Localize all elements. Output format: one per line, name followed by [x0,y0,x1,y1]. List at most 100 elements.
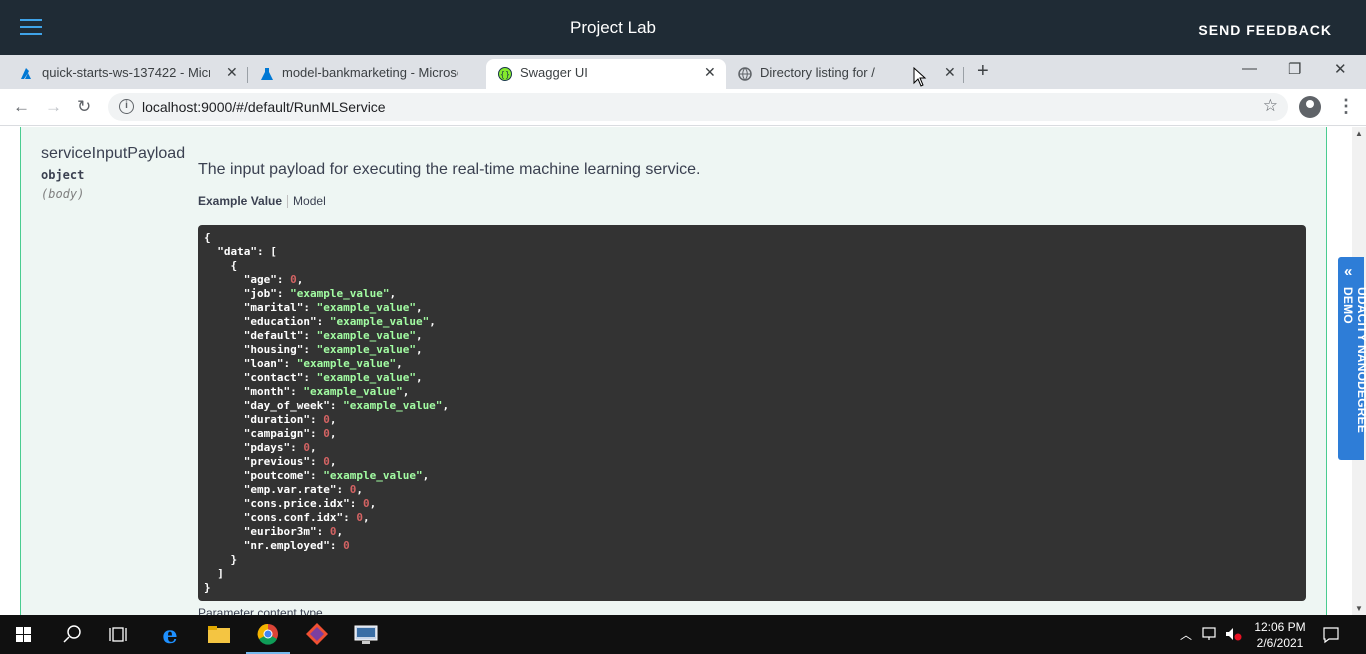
code-value: 0 [323,413,330,426]
file-explorer-icon[interactable] [195,615,243,654]
browser-tab-active[interactable]: {} Swagger UI ✕ [486,59,726,89]
browser-tab[interactable]: Directory listing for / ✕ [726,59,964,89]
code-key: "job" [243,287,277,300]
ml-flask-icon [261,68,273,80]
windows-start-icon[interactable] [0,615,48,654]
example-model-switch: Example Value Model [198,194,326,209]
git-tool-icon[interactable] [293,615,341,654]
code-value: 0 [323,427,330,440]
scroll-down-icon[interactable]: ▼ [1355,604,1363,613]
code-key: "contact" [243,371,304,384]
code-key: "pdays" [243,441,291,454]
parameter-name: serviceInputPayload [41,145,186,162]
code-key: "data" [217,245,257,258]
code-value: "example_value" [303,385,403,398]
tab-label: Directory listing for / [760,65,875,80]
browser-tab[interactable]: quick-starts-ws-137422 - Microsoft ✕ [8,59,248,89]
scroll-up-icon[interactable]: ▲ [1355,129,1363,138]
svg-text:e: e [162,620,177,649]
code-value: 0 [349,483,357,496]
code-key: "age" [243,273,277,286]
url-field[interactable]: i localhost:9000/#/default/RunMLService … [108,93,1288,121]
internet-explorer-icon[interactable]: e [146,615,194,654]
windows-taskbar: e ︿ 12:06 PM 2/6/2021 [0,615,1366,654]
svg-text:{}: {} [500,70,510,79]
url-text[interactable]: localhost:9000/#/default/RunMLService [142,99,386,115]
browser-tab[interactable]: model-bankmarketing - Microsoft [248,59,486,89]
double-chevron-left-icon: « [1344,263,1353,280]
network-icon[interactable] [1201,626,1219,642]
close-tab-icon[interactable]: ✕ [944,64,956,81]
clock-time: 12:06 PM [1254,620,1306,634]
minimize-icon[interactable]: — [1242,60,1257,77]
code-key: "cons.conf.idx" [243,511,344,524]
app-header: Project Lab SEND FEEDBACK [0,0,1366,55]
new-tab-button[interactable]: + [977,60,989,83]
parameter-location: (body) [41,187,85,201]
info-icon[interactable]: i [119,99,134,114]
code-key: "emp.var.rate" [243,483,337,496]
udacity-demo-tab[interactable]: « UDACITY NANODEGREE DEMO [1338,257,1366,460]
parameter-type: object [41,168,85,182]
restore-icon[interactable]: ❐ [1288,60,1301,78]
clock-date: 2/6/2021 [1256,636,1304,650]
bookmark-star-icon[interactable]: ☆ [1263,96,1278,116]
reload-icon[interactable]: ↻ [77,97,91,117]
close-tab-icon[interactable]: ✕ [226,64,238,81]
code-key: "poutcome" [243,469,310,482]
swagger-content: serviceInputPayload object (body) The in… [0,127,1352,615]
code-key: "nr.employed" [243,539,330,552]
swagger-icon: {} [498,67,512,81]
azure-icon [21,68,31,79]
code-value: "example_value" [316,301,416,314]
code-key: "education" [243,315,317,328]
globe-icon [738,67,752,81]
browser-menu-icon[interactable]: ⋮ [1337,96,1355,117]
code-brace: { [204,231,211,244]
app-title: Project Lab [570,18,656,37]
close-window-icon[interactable]: ✕ [1334,60,1347,78]
chevron-up-icon[interactable]: ︿ [1180,626,1192,643]
example-value-code[interactable]: { "data": [ { "age": 0, "job": "example_… [198,225,1306,601]
code-value: "example_value" [343,399,443,412]
chrome-icon[interactable] [244,615,292,654]
code-key: "euribor3m" [243,525,317,538]
code-key: "housing" [243,343,304,356]
code-key: "duration" [243,413,310,426]
code-value: 0 [290,273,297,286]
code-key: "loan" [243,357,284,370]
code-value: 0 [323,455,330,468]
code-value: 0 [303,441,310,454]
code-value: 0 [356,511,363,524]
forward-arrow-icon[interactable]: → [45,97,62,117]
tab-label: Swagger UI [520,65,588,80]
profile-avatar-icon[interactable] [1299,96,1321,118]
back-arrow-icon[interactable]: ← [13,97,30,117]
system-clock[interactable]: 12:06 PM 2/6/2021 [1244,619,1316,651]
code-value: 0 [362,497,370,510]
udacity-demo-label: UDACITY NANODEGREE DEMO [1341,287,1366,434]
model-tab[interactable]: Model [293,194,326,208]
code-key: "day_of_week" [243,399,330,412]
close-tab-icon[interactable]: ✕ [704,64,716,81]
code-value: "example_value" [290,287,390,300]
code-value: "example_value" [296,357,397,370]
code-value: "example_value" [329,315,430,328]
tab-label: model-bankmarketing - Microsoft [282,65,458,80]
tab-label: quick-starts-ws-137422 - Microsoft [42,65,210,80]
example-value-tab[interactable]: Example Value [198,194,282,208]
search-icon[interactable] [48,615,96,654]
notification-center-icon[interactable] [1322,626,1340,644]
task-view-icon[interactable] [96,615,144,654]
code-key: "month" [243,385,291,398]
code-value: "example_value" [323,469,423,482]
code-key: "marital" [243,301,304,314]
parameter-description: The input payload for executing the real… [198,161,701,178]
browser-tab-bar: quick-starts-ws-137422 - Microsoft ✕ mod… [0,55,1366,89]
volume-muted-icon[interactable] [1224,626,1242,642]
operation-panel: serviceInputPayload object (body) The in… [20,127,1327,615]
code-key: "default" [243,329,304,342]
code-key: "previous" [243,455,310,468]
remote-desktop-icon[interactable] [342,615,390,654]
send-feedback-button[interactable]: SEND FEEDBACK [1198,22,1332,38]
